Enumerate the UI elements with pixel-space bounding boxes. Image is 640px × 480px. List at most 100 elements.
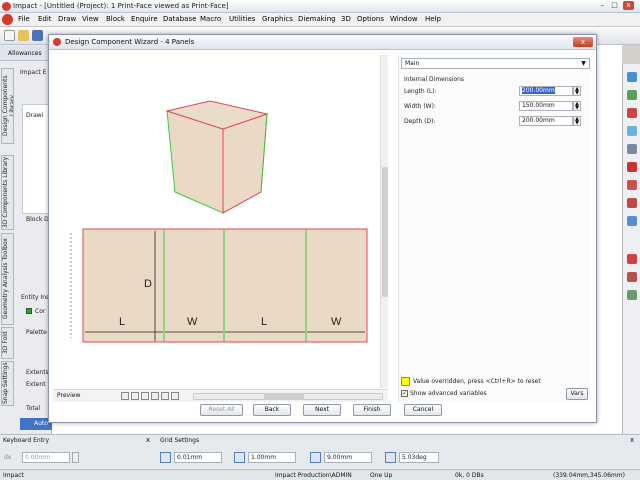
component-label: Cor — [35, 308, 46, 315]
length-spinner[interactable]: ▲ ▼ — [573, 86, 581, 96]
app-logo-icon — [2, 2, 11, 11]
scroll-thumb[interactable] — [264, 394, 304, 399]
tab-design-components-library[interactable]: Design Components Library — [1, 68, 14, 144]
length-input[interactable]: 200.00mm — [519, 86, 573, 96]
mirror-tool-icon[interactable] — [627, 216, 637, 226]
grid-size-icon[interactable] — [310, 452, 321, 463]
grid-size-input[interactable]: 9.00mm — [324, 452, 372, 463]
menu-options[interactable]: Options — [357, 15, 384, 23]
app-menu-icon[interactable] — [2, 14, 13, 25]
pen-tool-icon[interactable] — [627, 254, 637, 264]
menu-utilities[interactable]: Utilities — [229, 15, 255, 23]
reset-all-button[interactable]: Reset All — [200, 404, 243, 416]
menu-enquire[interactable]: Enquire — [131, 15, 158, 23]
horizontal-scrollbar[interactable] — [193, 393, 383, 400]
menu-view[interactable]: View — [82, 15, 99, 23]
preview-canvas[interactable]: D L W L W — [53, 55, 380, 389]
zoom-window-icon[interactable] — [151, 392, 159, 400]
menu-graphics[interactable]: Graphics — [262, 15, 293, 23]
close-icon[interactable]: x — [623, 1, 634, 10]
override-indicator-icon — [401, 377, 410, 386]
right-toolbar — [622, 64, 640, 434]
circle-tool-icon[interactable] — [627, 126, 637, 136]
allowances-tab[interactable]: Allowances — [0, 46, 52, 61]
depth-spinner[interactable]: ▲ ▼ — [573, 116, 581, 126]
vars-button[interactable]: Vars — [566, 388, 588, 400]
grid-spacing-icon[interactable] — [234, 452, 245, 463]
angle-icon[interactable] — [385, 452, 396, 463]
grid-x-input[interactable]: 0.01mm — [174, 452, 222, 463]
width-input[interactable]: 150.00mm — [519, 101, 573, 111]
grid-y-input[interactable]: 1.00mm — [248, 452, 296, 463]
select-tool-icon[interactable] — [627, 72, 637, 82]
text-tool-icon[interactable] — [627, 290, 637, 300]
grid-settings-close-icon[interactable]: x — [630, 436, 634, 444]
grid-settings-title: Grid Settings — [160, 437, 200, 444]
zoom-in-icon[interactable] — [121, 392, 129, 400]
save-icon[interactable] — [32, 30, 43, 41]
show-advanced-checkbox[interactable]: ✓ — [401, 390, 408, 397]
tab-3d-components-library[interactable]: 3D Components Library — [1, 155, 14, 230]
pan-icon[interactable] — [161, 392, 169, 400]
menu-edit[interactable]: Edit — [38, 15, 52, 23]
length-label: Length (L): — [404, 88, 437, 95]
maximize-icon[interactable]: □ — [609, 1, 620, 10]
section-select[interactable]: Main ▼ — [401, 58, 590, 69]
chevron-down-icon[interactable]: ▼ — [579, 59, 588, 68]
box-3d-right-face — [222, 113, 268, 214]
zoom-fit-icon[interactable] — [141, 392, 149, 400]
bottom-panels: Keyboard Entry x dx 0.00mm Grid Settings… — [0, 434, 640, 469]
component-icon — [26, 308, 32, 314]
measure-tool-icon[interactable] — [627, 144, 637, 154]
menu-3d[interactable]: 3D — [341, 15, 351, 23]
dx-spinner[interactable] — [72, 452, 79, 463]
knife-tool-icon[interactable] — [627, 272, 637, 282]
open-folder-icon[interactable] — [18, 30, 29, 41]
arc-tool-icon[interactable] — [627, 108, 637, 118]
depth-label: D — [144, 278, 152, 290]
dx-label: dx — [4, 454, 12, 461]
depth-input[interactable]: 200.00mm — [519, 116, 573, 126]
extend-tool-icon[interactable] — [627, 180, 637, 190]
width-spinner[interactable]: ▲ ▼ — [573, 101, 581, 111]
dx-input[interactable]: 0.00mm — [22, 452, 70, 463]
dialog-icon — [53, 38, 61, 46]
dialog-close-button[interactable]: x — [573, 37, 593, 47]
menu-draw[interactable]: Draw — [58, 15, 76, 23]
menu-help[interactable]: Help — [425, 15, 441, 23]
menu-window[interactable]: Window — [390, 15, 418, 23]
keyboard-entry-title: Keyboard Entry — [3, 437, 50, 444]
keyboard-entry-close-icon[interactable]: x — [146, 436, 150, 444]
offset-tool-icon[interactable] — [627, 198, 637, 208]
zoom-out-icon[interactable] — [131, 392, 139, 400]
scroll-thumb[interactable] — [382, 167, 388, 297]
finish-button[interactable]: Finish — [353, 404, 391, 416]
tab-geometry-analysis-toolbox[interactable]: Geometry Analysis Toolbox — [1, 233, 14, 325]
menu-file[interactable]: File — [18, 15, 30, 23]
next-button[interactable]: Next — [303, 404, 341, 416]
menu-database[interactable]: Database — [163, 15, 196, 23]
tab-snap-settings[interactable]: Snap Settings — [1, 361, 14, 406]
preview-vertical-scrollbar[interactable] — [380, 55, 388, 388]
new-file-icon[interactable] — [4, 30, 15, 41]
status-mode: One Up — [370, 472, 393, 479]
entity-inspector-label: Entity Ins — [21, 294, 50, 301]
print-icon[interactable] — [171, 392, 179, 400]
line-tool-icon[interactable] — [627, 90, 637, 100]
back-button[interactable]: Back — [253, 404, 291, 416]
menu-macro[interactable]: Macro — [200, 15, 221, 23]
tab-3d-fold[interactable]: 3D Fold — [1, 327, 14, 359]
menu-diemaking[interactable]: Diemaking — [298, 15, 336, 23]
menu-block[interactable]: Block — [106, 15, 125, 23]
box-preview-svg: D L W L W — [70, 100, 368, 343]
drawing-node[interactable]: Drawi — [26, 112, 43, 119]
minimize-icon[interactable]: – — [597, 1, 608, 10]
angle-input[interactable]: 5.03deg — [399, 452, 439, 463]
parameters-pane: Main ▼ Internal Dimensions Length (L): 20… — [398, 55, 591, 402]
cancel-button[interactable]: Cancel — [404, 404, 442, 416]
trim-tool-icon[interactable] — [627, 162, 637, 172]
block-node[interactable]: Block D — [26, 216, 49, 223]
snap-grid-icon[interactable] — [160, 452, 171, 463]
dialog-title: Design Component Wizard - 4 Panels — [65, 38, 195, 46]
depth-label: Depth (D): — [404, 118, 436, 125]
